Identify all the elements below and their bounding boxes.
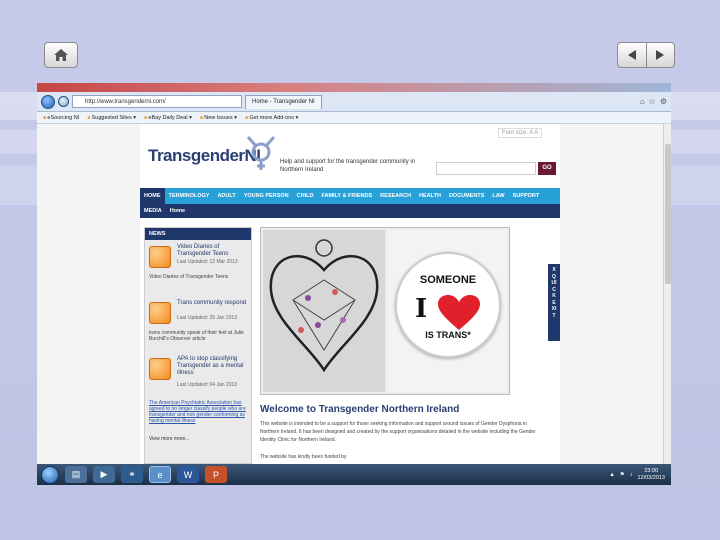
news-item-title[interactable]: Trans community respond [177,300,247,307]
news-item-title[interactable]: Video Diaries of Transgender Teens [177,244,247,258]
media-player-icon[interactable]: ▶ [93,466,115,483]
news-panel: NEWS Video Diaries of Transgender Teens … [144,227,252,464]
gear-icon[interactable]: ⚙ [660,97,667,106]
news-item-date: Last Updated: 12 Mar 2013 [177,259,238,265]
nav-item-documents[interactable]: DOCUMENTS [445,188,488,204]
clock-date: 12/03/2013 [637,474,665,481]
powerpoint-icon[interactable]: P [205,466,227,483]
window-controls: ⌂ ☆ ⚙ [640,97,667,106]
ie-icon[interactable]: e [149,466,171,483]
news-item[interactable]: Trans community respond Last Updated: 25… [145,296,251,352]
forward-icon[interactable] [58,96,69,107]
fav-item[interactable]: Get more Add-ons ▾ [245,115,298,121]
news-item[interactable]: Video Diaries of Transgender Teens Last … [145,240,251,296]
web-page: Font size: A A TransgenderNI Help and su… [37,124,671,464]
funding-text: The website has kindly been funded by [260,454,347,460]
site-container: Font size: A A TransgenderNI Help and su… [140,124,560,464]
news-item-title[interactable]: APA to stop classifying Transgender as a… [177,356,247,377]
news-item-text: Video Diaries of Transgender Teens [149,274,229,280]
font-size-control[interactable]: Font size: A A [498,128,543,138]
slide-home-button[interactable] [44,42,78,68]
page-scrollbar[interactable] [663,124,671,464]
nav-item-law[interactable]: LAW [488,188,508,204]
folder-icon[interactable]: ▤ [65,466,87,483]
transgender-symbol-icon [246,136,276,170]
site-tagline: Help and support for the transgender com… [280,159,416,173]
windows-taskbar: ▤ ▶ ⚭ e W P ▲ ⚑ ♪ 23:00 12/03/2013 [37,464,671,485]
rss-icon [149,358,171,380]
rss-icon [149,302,171,324]
page-title: Welcome to Transgender Northern Ireland [260,404,460,415]
nav-item-media[interactable]: MEDIA [140,204,166,218]
browser-screenshot: http://www.transgenderni.com/ Home - Tra… [37,83,671,485]
news-item-date: Last Updated: 04 Jan 2013 [177,382,238,388]
news-item-date: Last Updated: 25 Jan 2013 [177,315,238,321]
quick-exit-label: X QUICK EXIT [551,267,557,319]
network-icon[interactable]: ⚭ [121,466,143,483]
slide-nav-buttons [617,42,675,68]
hero-images: SOMEONE I IS TRANS* [260,227,510,395]
tray-arrow-icon[interactable]: ▲ [609,472,614,478]
tray-volume-icon[interactable]: ♪ [630,472,633,478]
news-item-text: trans community speak of their feel at J… [149,330,244,342]
fav-item[interactable]: New Issues ▾ [200,115,237,121]
next-slide-button[interactable] [645,43,675,67]
browser-address-bar: http://www.transgenderni.com/ Home - Tra… [37,92,671,112]
rss-icon [149,246,171,268]
heart-icon [438,295,480,330]
fav-item[interactable]: eBay Daily Deal ▾ [144,115,191,121]
browser-titlebar [37,83,671,92]
search-go-button[interactable]: GO [538,162,556,175]
home-icon [54,49,68,61]
nav-item-child[interactable]: CHILD [293,188,318,204]
system-tray: ▲ ⚑ ♪ 23:00 12/03/2013 [609,468,671,482]
intro-text: This website is intended to be a support… [260,421,536,443]
back-icon[interactable] [41,94,55,109]
badge-letter: I [415,294,428,324]
nav-item-home[interactable]: HOME [140,188,165,204]
nav-item-family[interactable]: FAMILY & FRIENDS [317,188,376,204]
triangle-left-icon [627,50,636,60]
tray-flag-icon[interactable]: ⚑ [620,472,625,478]
fav-item[interactable]: eSourcing NI [43,115,79,121]
previous-slide-button[interactable] [618,43,646,67]
star-icon[interactable]: ☆ [649,97,656,106]
triangle-right-icon [656,50,665,60]
favorites-bar: eSourcing NI Suggested Sites ▾ eBay Dail… [37,112,671,124]
badge-line2: IS TRANS* [425,330,471,340]
browser-tab[interactable]: Home - Transgender NI [245,94,322,109]
start-button[interactable] [41,465,59,484]
quick-exit-button[interactable]: X QUICK EXIT [548,264,560,341]
scrollbar-thumb[interactable] [665,144,671,284]
wire-heart-icon [269,239,379,373]
badge-circle: SOMEONE I IS TRANS* [395,252,501,358]
nav-item-terminology[interactable]: TERMINOLOGY [165,188,214,204]
news-link[interactable]: The American Psychiatric Association has… [149,400,249,424]
main-nav: HOME TERMINOLOGY ADULT YOUNG PERSON CHIL… [140,188,560,204]
nav-item-support[interactable]: SUPPORT [509,188,544,204]
site-search-input[interactable] [436,162,536,175]
home-small-icon[interactable]: ⌂ [640,97,645,106]
news-heading: NEWS [145,228,251,240]
breadcrumb[interactable]: Home [166,204,189,218]
nav-item-adult[interactable]: ADULT [213,188,239,204]
view-more-link[interactable]: View more more... [149,436,189,442]
clock-time: 23:00 [644,467,659,474]
url-input[interactable]: http://www.transgenderni.com/ [72,95,242,108]
fav-item[interactable]: Suggested Sites ▾ [87,115,136,121]
nav-item-research[interactable]: RESEARCH [376,188,415,204]
someone-i-love-badge: SOMEONE I IS TRANS* [387,230,507,392]
word-icon[interactable]: W [177,466,199,483]
clock[interactable]: 23:00 12/03/2013 [637,468,665,482]
badge-line1: SOMEONE [419,274,477,286]
heart-ornament-image [263,230,385,392]
sub-nav: MEDIA Home [140,204,560,218]
nav-item-young-person[interactable]: YOUNG PERSON [240,188,293,204]
nav-item-health[interactable]: HEALTH [415,188,445,204]
